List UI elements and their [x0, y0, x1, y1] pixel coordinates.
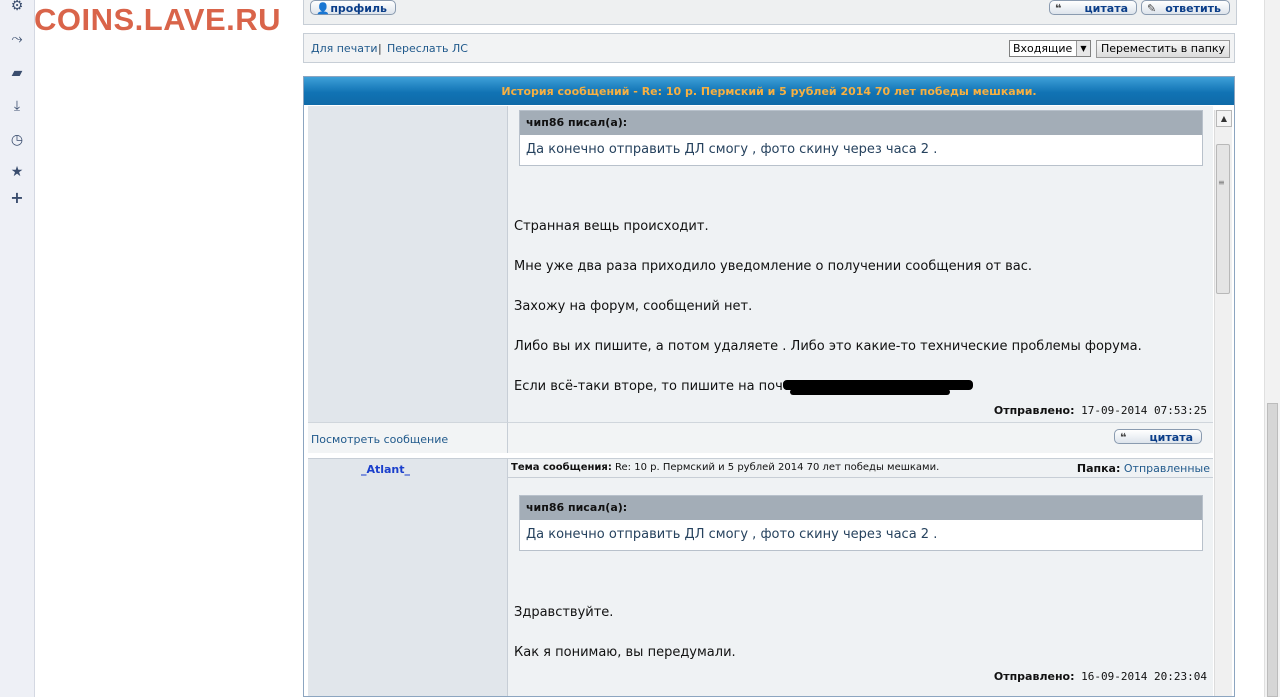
clock-icon[interactable]: ◷	[9, 132, 25, 148]
move-to-folder-button[interactable]: Переместить в папку	[1096, 40, 1230, 58]
subject-text: Re: 10 р. Пермский и 5 рублей 2014 70 ле…	[615, 462, 940, 473]
page-scrollbar-thumb[interactable]	[1267, 403, 1278, 697]
message1-footer-left: Посмотреть сообщение	[308, 422, 508, 453]
message1-footer-right: ❝ цитата	[508, 422, 1213, 453]
print-link[interactable]: Для печати	[311, 42, 378, 55]
link-separator: |	[378, 42, 382, 55]
message1-body: чип86 писал(а): Да конечно отправить ДЛ …	[508, 106, 1213, 422]
history-scroll-area[interactable]: чип86 писал(а): Да конечно отправить ДЛ …	[308, 106, 1233, 696]
message-actions-bar: 👤 профиль ❝ цитата ✎ ответить	[303, 0, 1237, 25]
quote-button[interactable]: ❝ цитата	[1114, 429, 1202, 444]
view-message-link[interactable]: Посмотреть сообщение	[311, 433, 448, 446]
scrollbar-thumb[interactable]	[1216, 144, 1230, 294]
message2-sent: Отправлено: 16-09-2014 20:23:04	[994, 670, 1207, 683]
quote-button-label: цитата	[1149, 431, 1193, 444]
folder-link[interactable]: Отправленные	[1124, 462, 1210, 475]
redacted-email-part	[790, 389, 950, 395]
reply-button-label: ответить	[1165, 2, 1221, 15]
message-history-panel: История сообщений - Re: 10 р. Пермский и…	[303, 76, 1235, 697]
star-icon[interactable]: ★	[9, 164, 25, 180]
message2-author-cell: _Atlant_	[308, 458, 508, 696]
message2-folder: Папка: Отправленные	[1077, 462, 1210, 475]
message1-author-cell	[308, 106, 508, 422]
gear-icon[interactable]: ⚙	[9, 0, 25, 14]
history-title: История сообщений - Re: 10 р. Пермский и…	[304, 77, 1234, 105]
sent-label: Отправлено:	[993, 670, 1075, 683]
message-line: Мне уже два раза приходило уведомление о…	[514, 259, 1033, 274]
quote-header: чип86 писал(а):	[520, 496, 1202, 520]
message-line: Как я понимаю, вы передумали.	[514, 645, 736, 660]
quote-body: Да конечно отправить ДЛ смогу , фото ски…	[526, 142, 938, 157]
quote-icon: ❝	[1120, 431, 1127, 444]
quote-body: Да конечно отправить ДЛ смогу , фото ски…	[526, 527, 938, 542]
forward-pm-link[interactable]: Переслать ЛС	[387, 42, 468, 55]
sent-date: 17-09-2014 07:53:25	[1081, 404, 1207, 417]
quote-header: чип86 писал(а):	[520, 111, 1202, 135]
reply-icon: ✎	[1147, 2, 1157, 15]
folder-select[interactable]: Входящие ▼	[1009, 40, 1091, 57]
scroll-up-arrow-icon[interactable]: ▲	[1216, 110, 1232, 127]
message-line: Захожу на форум, сообщений нет.	[514, 299, 753, 314]
user-icon: 👤	[316, 2, 330, 15]
message-line: Здравствуйте.	[514, 605, 614, 620]
browser-sidebar: ⚙ ⤳ ▰ ⤓ ◷ ★ +	[0, 0, 35, 697]
reply-button[interactable]: ✎ ответить	[1141, 0, 1230, 15]
subject-divider	[508, 477, 1213, 478]
quote-icon: ❝	[1055, 2, 1062, 15]
message2-quote: чип86 писал(а): Да конечно отправить ДЛ …	[519, 495, 1203, 551]
folder-select-value: Входящие	[1013, 42, 1073, 55]
share-icon[interactable]: ⤳	[9, 31, 25, 47]
note-icon[interactable]: ▰	[9, 65, 25, 81]
message2-body: Тема сообщения: Re: 10 р. Пермский и 5 р…	[508, 458, 1213, 696]
folder-label: Папка:	[1076, 462, 1121, 475]
profile-button[interactable]: 👤 профиль	[310, 0, 396, 15]
message2-subject: Тема сообщения: Re: 10 р. Пермский и 5 р…	[511, 462, 939, 473]
watermark: COINS.LAVE.RU	[34, 2, 282, 37]
profile-button-label: профиль	[330, 2, 387, 15]
message-line: Либо вы их пишите, а потом удаляете . Ли…	[514, 339, 1142, 354]
message-line: Если всё-таки вторе, то пишите на почту	[514, 379, 799, 394]
chevron-down-icon: ▼	[1076, 41, 1090, 56]
download-icon[interactable]: ⤓	[9, 98, 25, 114]
subject-label: Тема сообщения:	[511, 462, 612, 473]
quote-button-top[interactable]: ❝ цитата	[1049, 0, 1137, 15]
page-scrollbar[interactable]	[1264, 0, 1280, 697]
plus-icon[interactable]: +	[9, 190, 25, 206]
sent-date: 16-09-2014 20:23:04	[1081, 670, 1207, 683]
grip-icon: ≡	[1218, 178, 1225, 187]
message-line: Странная вещь происходит.	[514, 219, 709, 234]
history-scrollbar[interactable]: ▲ ≡	[1214, 110, 1232, 696]
quote-button-label: цитата	[1084, 2, 1128, 15]
sent-label: Отправлено:	[993, 404, 1075, 417]
message1-quote: чип86 писал(а): Да конечно отправить ДЛ …	[519, 110, 1203, 166]
pm-toolbar: Для печати | Переслать ЛС Входящие ▼ Пер…	[303, 33, 1235, 63]
author-link[interactable]: _Atlant_	[308, 463, 463, 476]
message1-sent: Отправлено: 17-09-2014 07:53:25	[994, 404, 1207, 417]
